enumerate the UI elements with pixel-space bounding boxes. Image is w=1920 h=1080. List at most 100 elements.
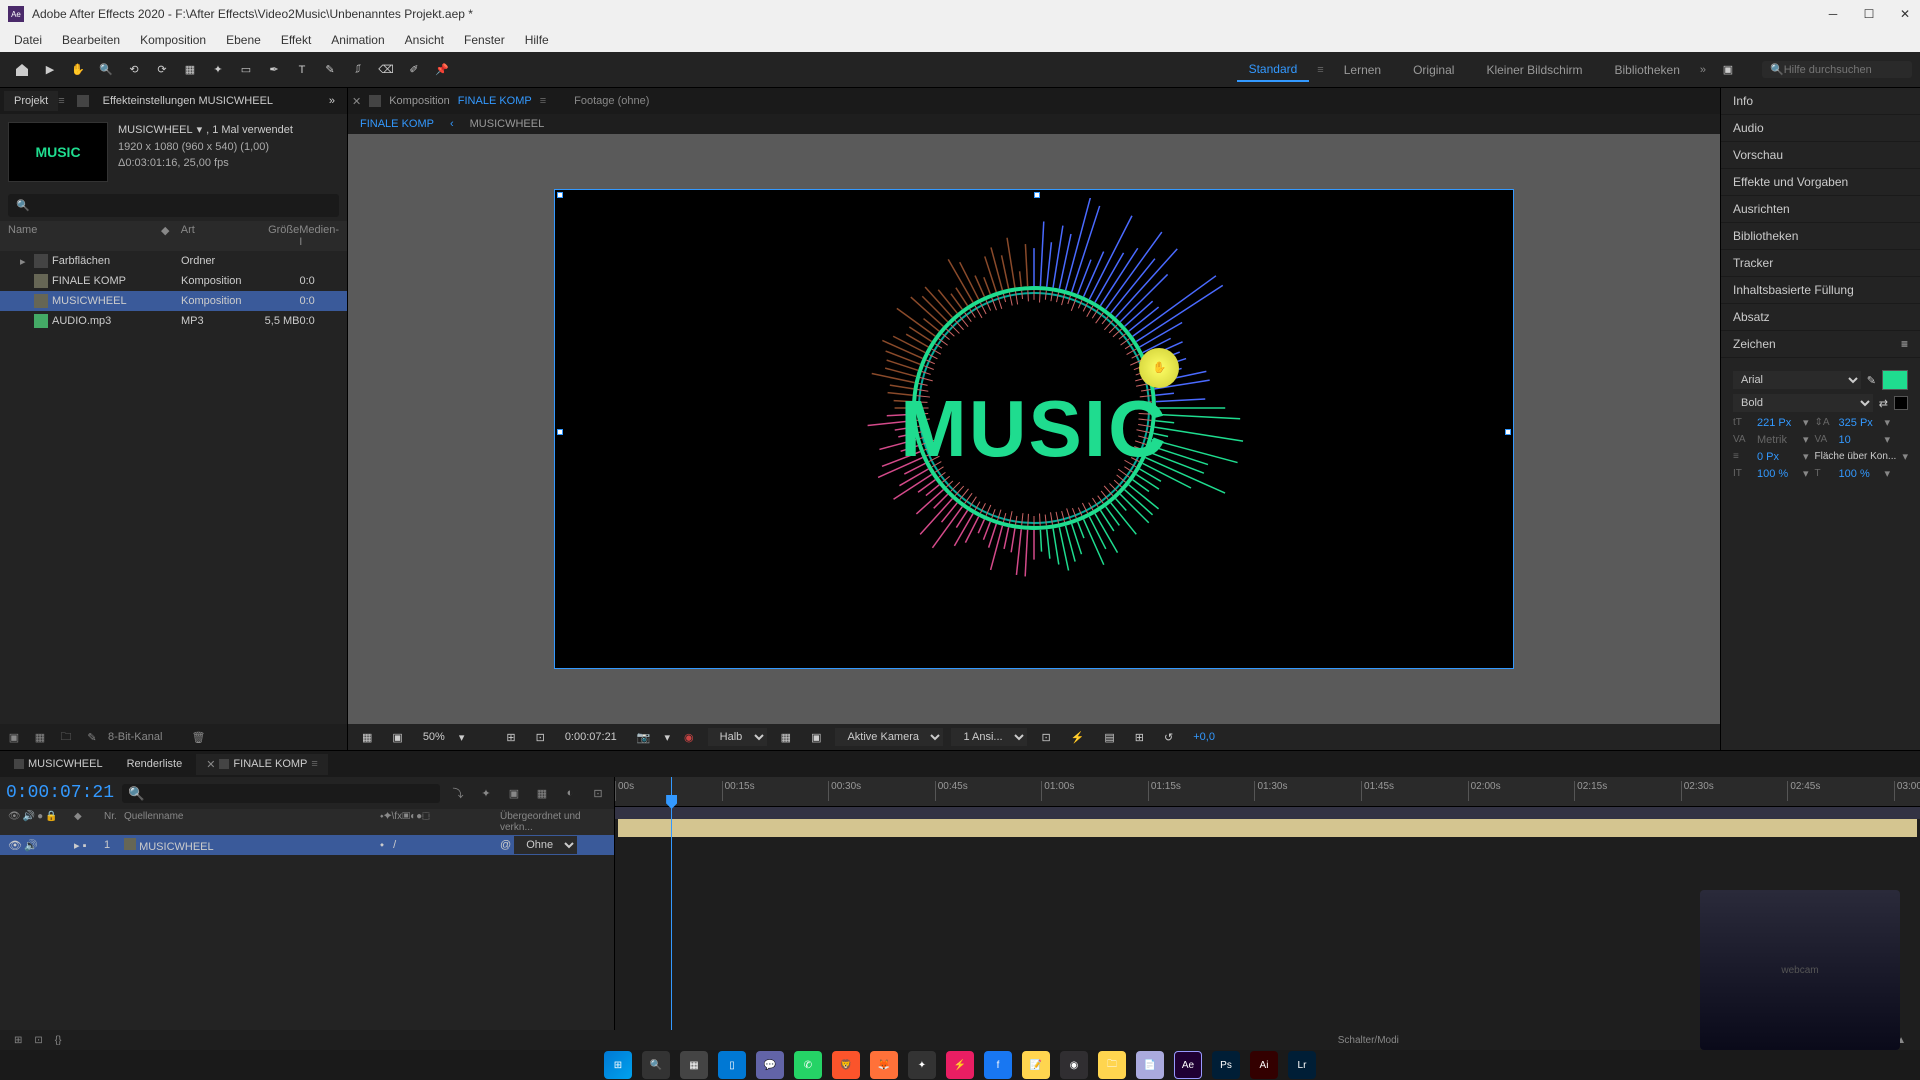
vscale-value[interactable]: 100 %: [1757, 468, 1797, 480]
section-tracker[interactable]: Tracker: [1721, 250, 1920, 277]
zoom-tool[interactable]: 🔍: [93, 57, 119, 83]
dd-icon[interactable]: ▾: [1803, 467, 1809, 480]
search-help[interactable]: 🔍: [1762, 61, 1912, 78]
footer-label[interactable]: Schalter/Modi: [1338, 1035, 1399, 1046]
zoom-value[interactable]: 50%: [417, 729, 451, 745]
start-button[interactable]: ⊞: [604, 1051, 632, 1079]
project-thumbnail[interactable]: MUSIC: [8, 122, 108, 182]
taskbar-illustrator[interactable]: Ai: [1250, 1051, 1278, 1079]
tl-tab-finale[interactable]: ✕ FINALE KOMP ≡: [196, 754, 328, 775]
grid-icon[interactable]: ⊡: [530, 729, 551, 746]
selection-tool[interactable]: ▶: [37, 57, 63, 83]
close-button[interactable]: ✕: [1898, 7, 1912, 21]
kerning-value[interactable]: Metrik: [1757, 434, 1797, 446]
swap-colors-icon[interactable]: ⇄: [1879, 397, 1888, 410]
taskbar-facebook[interactable]: f: [984, 1051, 1012, 1079]
workspace-menu-icon[interactable]: ≡: [1317, 64, 1323, 76]
section-preview[interactable]: Vorschau: [1721, 142, 1920, 169]
home-button[interactable]: [9, 57, 35, 83]
section-paragraph[interactable]: Absatz: [1721, 304, 1920, 331]
font-size-value[interactable]: 221 Px: [1757, 417, 1797, 429]
menu-komposition[interactable]: Komposition: [130, 29, 216, 51]
dropdown-icon[interactable]: ▾: [197, 122, 203, 139]
pen-tool[interactable]: ✒: [261, 57, 287, 83]
bbox-handle[interactable]: [1505, 429, 1511, 435]
interpret-btn[interactable]: ▣: [4, 728, 24, 746]
dd-icon[interactable]: ▾: [1885, 467, 1891, 480]
tab-menu-icon[interactable]: ≡: [311, 758, 317, 770]
motion-blur-icon[interactable]: ▣: [504, 783, 524, 803]
dd-icon[interactable]: ▾: [1885, 416, 1891, 429]
project-row[interactable]: MUSICWHEEL Komposition 0:0: [0, 291, 347, 311]
mask-toggle-icon[interactable]: ▦: [356, 729, 378, 746]
dd-icon[interactable]: ▾: [1803, 450, 1809, 463]
stroke-order[interactable]: Fläche über Kon...: [1815, 451, 1897, 462]
workspace-more-icon[interactable]: »: [1700, 64, 1706, 76]
audio-col-icon[interactable]: 🔊: [23, 811, 35, 833]
dd-icon[interactable]: ▾: [1902, 450, 1908, 463]
menu-hilfe[interactable]: Hilfe: [515, 29, 559, 51]
timeline-search[interactable]: [122, 784, 440, 803]
taskbar-brave[interactable]: 🦁: [832, 1051, 860, 1079]
adjust-btn[interactable]: ✎: [82, 728, 102, 746]
pickwhip-icon[interactable]: @: [500, 839, 511, 851]
font-weight-select[interactable]: Bold: [1733, 394, 1873, 412]
delete-btn[interactable]: 🗑: [188, 728, 208, 746]
orbit-tool[interactable]: ⟲: [121, 57, 147, 83]
menu-effekt[interactable]: Effekt: [271, 29, 321, 51]
solo-col-icon[interactable]: ●: [37, 811, 43, 833]
eyedropper-icon[interactable]: ✎: [1867, 374, 1876, 387]
resolution-dropdown[interactable]: Halb: [708, 728, 767, 746]
taskbar-edge[interactable]: ▯: [718, 1051, 746, 1079]
stroke-color-swatch[interactable]: [1894, 396, 1908, 410]
workspace-standard[interactable]: Standard: [1237, 58, 1310, 82]
clone-tool[interactable]: ⎎: [345, 57, 371, 83]
dd-icon[interactable]: ▾: [1803, 416, 1809, 429]
switches-col[interactable]: ⬩✦\fx▣◐●⬚: [380, 811, 500, 833]
bbox-handle[interactable]: [557, 429, 563, 435]
expand-icon[interactable]: ▸: [20, 255, 30, 268]
project-row[interactable]: FINALE KOMP Komposition 0:0: [0, 271, 347, 291]
col-size[interactable]: Größe: [250, 224, 299, 248]
reset-exposure-icon[interactable]: ↺: [1158, 729, 1179, 746]
bbox-handle[interactable]: [1034, 192, 1040, 198]
timeline-ruler[interactable]: 00s00:15s00:30s00:45s01:00s01:15s01:30s0…: [615, 777, 1920, 807]
comp-viewer[interactable]: MUSIC ✋: [348, 134, 1720, 724]
taskbar-lightroom[interactable]: Lr: [1288, 1051, 1316, 1079]
graph-editor-icon[interactable]: ▦: [532, 783, 552, 803]
camera-tool[interactable]: ▦: [177, 57, 203, 83]
alpha-toggle-icon[interactable]: ▣: [386, 729, 408, 746]
layer-name[interactable]: MUSICWHEEL: [124, 838, 380, 853]
workspace-bibliotheken[interactable]: Bibliotheken: [1602, 59, 1691, 81]
playhead[interactable]: [671, 777, 672, 1030]
project-search[interactable]: 🔍: [8, 194, 339, 217]
menu-ansicht[interactable]: Ansicht: [395, 29, 454, 51]
taskbar-explorer[interactable]: 🗀: [1098, 1051, 1126, 1079]
toggle-modes-icon[interactable]: ⊡: [28, 1035, 48, 1046]
eye-col-icon[interactable]: 👁: [8, 811, 21, 833]
flowchart-icon[interactable]: ⊞: [1129, 729, 1150, 746]
layer-switches[interactable]: ⬩ /: [380, 839, 500, 852]
hscale-value[interactable]: 100 %: [1839, 468, 1879, 480]
anchor-tool[interactable]: ✦: [205, 57, 231, 83]
safe-zones-icon[interactable]: ⊞: [500, 729, 521, 746]
taskbar-notepad[interactable]: 📄: [1136, 1051, 1164, 1079]
tab-close-icon[interactable]: ✕: [206, 758, 215, 771]
brush-tool[interactable]: ✎: [317, 57, 343, 83]
zoom-dropdown-icon[interactable]: ▾: [459, 731, 465, 744]
camera-dropdown[interactable]: Aktive Kamera: [835, 728, 943, 746]
crumb-finale[interactable]: FINALE KOMP: [360, 118, 434, 130]
fast-preview-icon[interactable]: ⚡: [1065, 729, 1091, 746]
comp-menu-icon[interactable]: ≡: [540, 95, 546, 107]
tab-project-menu-icon[interactable]: ≡: [58, 95, 64, 107]
toggle-switches-icon[interactable]: ⊞: [8, 1035, 28, 1046]
snapshot-icon[interactable]: 📷: [631, 729, 657, 746]
dd-icon[interactable]: ▾: [1885, 433, 1891, 446]
taskbar-photoshop[interactable]: Ps: [1212, 1051, 1240, 1079]
section-align[interactable]: Ausrichten: [1721, 196, 1920, 223]
tab-effect-controls[interactable]: Effekteinstellungen MUSICWHEEL: [93, 91, 283, 111]
section-content-fill[interactable]: Inhaltsbasierte Füllung: [1721, 277, 1920, 304]
draft3d-icon[interactable]: ◐: [560, 783, 580, 803]
lock-col-icon[interactable]: 🔒: [45, 811, 57, 833]
taskbar-after-effects[interactable]: Ae: [1174, 1051, 1202, 1079]
